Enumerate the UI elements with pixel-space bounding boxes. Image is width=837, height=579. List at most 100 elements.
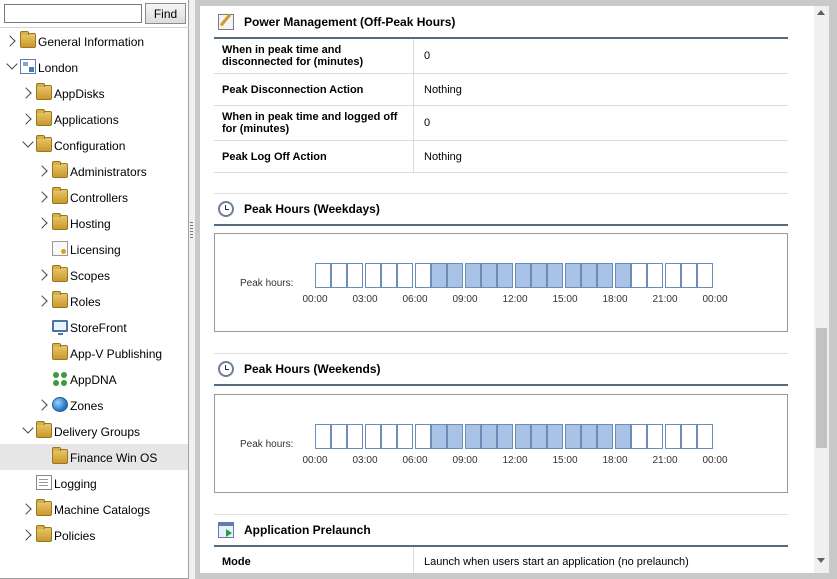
tree-item-scopes[interactable]: Scopes bbox=[0, 262, 188, 288]
peak-hour-cell-15[interactable] bbox=[565, 424, 581, 449]
peak-hour-cell-8[interactable] bbox=[447, 424, 463, 449]
peak-hour-cell-0[interactable] bbox=[315, 263, 331, 288]
tree-item-controllers[interactable]: Controllers bbox=[0, 184, 188, 210]
peak-weekends-box: Peak hours: 00:00 03:00 06:00 09:00 12:00 15:… bbox=[214, 394, 788, 493]
scroll-up-icon[interactable] bbox=[817, 10, 825, 15]
chevron-right-icon[interactable] bbox=[4, 35, 16, 47]
chevron-right-icon[interactable] bbox=[20, 529, 32, 541]
peak-hour-cell-10[interactable] bbox=[481, 424, 497, 449]
chevron-down-icon[interactable] bbox=[6, 58, 18, 70]
peak-hour-cell-21[interactable] bbox=[665, 424, 681, 449]
tree-item-london[interactable]: London bbox=[0, 54, 188, 80]
peak-hour-cell-10[interactable] bbox=[481, 263, 497, 288]
peak-hour-cell-6[interactable] bbox=[415, 424, 431, 449]
peak-hour-cell-4[interactable] bbox=[381, 424, 397, 449]
peak-hour-cell-15[interactable] bbox=[565, 263, 581, 288]
tree-item-hosting[interactable]: Hosting bbox=[0, 210, 188, 236]
peak-hour-cell-17[interactable] bbox=[597, 263, 613, 288]
vertical-scrollbar[interactable] bbox=[814, 6, 829, 573]
scroll-down-icon[interactable] bbox=[817, 558, 825, 563]
tree-item-licensing[interactable]: Licensing bbox=[0, 236, 188, 262]
tree-item-configuration[interactable]: Configuration bbox=[0, 132, 188, 158]
peak-hour-cell-8[interactable] bbox=[447, 263, 463, 288]
peak-hour-cell-22[interactable] bbox=[681, 424, 697, 449]
peak-hour-cell-9[interactable] bbox=[465, 424, 481, 449]
section-separator bbox=[214, 514, 788, 515]
peak-hour-cell-1[interactable] bbox=[331, 263, 347, 288]
tree-item-label: Hosting bbox=[70, 217, 111, 231]
peak-hour-cell-12[interactable] bbox=[515, 424, 531, 449]
delivery-group-icon bbox=[52, 447, 68, 464]
peak-hour-cell-23[interactable] bbox=[697, 424, 713, 449]
peak-hour-cell-20[interactable] bbox=[647, 263, 663, 288]
tree-item-policies[interactable]: Policies bbox=[0, 522, 188, 548]
tree-item-storefront[interactable]: StoreFront bbox=[0, 314, 188, 340]
find-button[interactable]: Find bbox=[145, 3, 186, 24]
peak-hour-cell-1[interactable] bbox=[331, 424, 347, 449]
tree-item-appdisks[interactable]: AppDisks bbox=[0, 80, 188, 106]
peak-hour-cell-16[interactable] bbox=[581, 263, 597, 288]
chevron-right-icon[interactable] bbox=[36, 399, 48, 411]
peak-hour-cell-14[interactable] bbox=[547, 424, 563, 449]
peak-hour-cell-5[interactable] bbox=[397, 424, 413, 449]
peak-hour-cell-6[interactable] bbox=[415, 263, 431, 288]
peak-hour-cell-2[interactable] bbox=[347, 263, 363, 288]
tree-item-label: Logging bbox=[54, 477, 97, 491]
peak-hour-cell-23[interactable] bbox=[697, 263, 713, 288]
peak-hour-cell-11[interactable] bbox=[497, 424, 513, 449]
peak-hour-cell-20[interactable] bbox=[647, 424, 663, 449]
chevron-right-icon[interactable] bbox=[36, 191, 48, 203]
peak-hour-cell-9[interactable] bbox=[465, 263, 481, 288]
property-label: Peak Disconnection Action bbox=[214, 74, 414, 105]
peak-hour-cell-4[interactable] bbox=[381, 263, 397, 288]
peak-hour-cell-3[interactable] bbox=[365, 424, 381, 449]
tree-item-finance-win-os[interactable]: Finance Win OS bbox=[0, 444, 188, 470]
chevron-right-icon[interactable] bbox=[36, 295, 48, 307]
chevron-right-icon[interactable] bbox=[20, 113, 32, 125]
peak-hour-cell-19[interactable] bbox=[631, 263, 647, 288]
peak-hour-cell-12[interactable] bbox=[515, 263, 531, 288]
tree-item-logging[interactable]: Logging bbox=[0, 470, 188, 496]
tree-item-label: General Information bbox=[38, 35, 145, 49]
tree-item-label: Configuration bbox=[54, 139, 126, 153]
tree-item-appdna[interactable]: AppDNA bbox=[0, 366, 188, 392]
peak-hour-cell-0[interactable] bbox=[315, 424, 331, 449]
peak-hour-cell-18[interactable] bbox=[615, 263, 631, 288]
chevron-right-icon[interactable] bbox=[20, 87, 32, 99]
peak-hour-cell-22[interactable] bbox=[681, 263, 697, 288]
search-input[interactable] bbox=[4, 4, 142, 23]
tree-item-general-information[interactable]: General Information bbox=[0, 28, 188, 54]
peak-hour-cell-5[interactable] bbox=[397, 263, 413, 288]
peak-hour-cell-2[interactable] bbox=[347, 424, 363, 449]
storefront-icon bbox=[52, 320, 68, 335]
peak-hour-cell-14[interactable] bbox=[547, 263, 563, 288]
tree-item-delivery-groups[interactable]: Delivery Groups bbox=[0, 418, 188, 444]
tree-item-appv-publishing[interactable]: App-V Publishing bbox=[0, 340, 188, 366]
chevron-right-icon[interactable] bbox=[36, 217, 48, 229]
peak-hour-cell-7[interactable] bbox=[431, 263, 447, 288]
peak-hour-cell-11[interactable] bbox=[497, 263, 513, 288]
tree-item-applications[interactable]: Applications bbox=[0, 106, 188, 132]
tree-item-roles[interactable]: Roles bbox=[0, 288, 188, 314]
property-row: When in peak time and logged off for (mi… bbox=[214, 106, 788, 141]
peak-hour-cell-3[interactable] bbox=[365, 263, 381, 288]
chevron-right-icon[interactable] bbox=[20, 503, 32, 515]
peak-hour-cell-19[interactable] bbox=[631, 424, 647, 449]
chevron-right-icon[interactable] bbox=[36, 269, 48, 281]
tree-item-machine-catalogs[interactable]: Machine Catalogs bbox=[0, 496, 188, 522]
peak-hour-cell-13[interactable] bbox=[531, 263, 547, 288]
peak-hour-cell-7[interactable] bbox=[431, 424, 447, 449]
tree-item-zones[interactable]: Zones bbox=[0, 392, 188, 418]
scrollbar-thumb[interactable] bbox=[816, 328, 827, 448]
peak-hour-cell-13[interactable] bbox=[531, 424, 547, 449]
peak-hour-cell-16[interactable] bbox=[581, 424, 597, 449]
chevron-down-icon[interactable] bbox=[22, 136, 34, 148]
tree-item-administrators[interactable]: Administrators bbox=[0, 158, 188, 184]
logging-icon bbox=[36, 475, 52, 490]
peak-hour-cell-21[interactable] bbox=[665, 263, 681, 288]
chevron-right-icon[interactable] bbox=[36, 165, 48, 177]
peak-hour-cell-18[interactable] bbox=[615, 424, 631, 449]
peak-hour-cell-17[interactable] bbox=[597, 424, 613, 449]
chevron-down-icon[interactable] bbox=[22, 422, 34, 434]
splitter-grip[interactable] bbox=[190, 222, 193, 240]
